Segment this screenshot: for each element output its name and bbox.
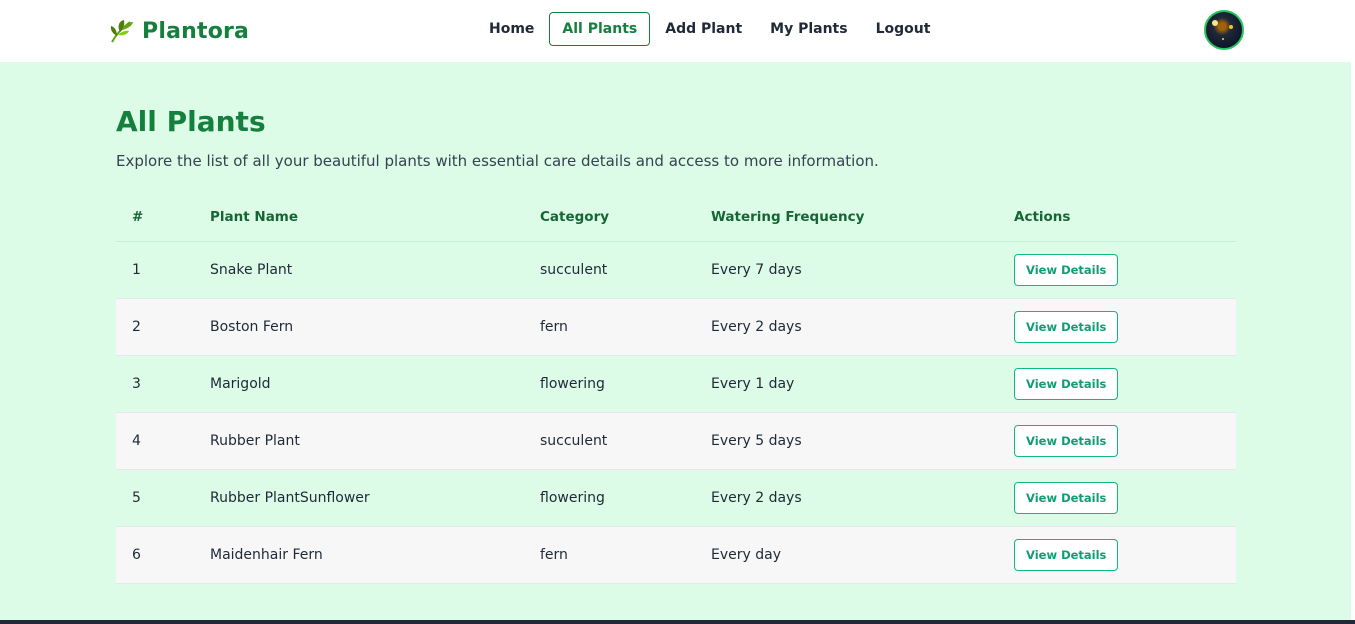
table-row: 2 Boston Fern fern Every 2 days View Det… (116, 298, 1236, 356)
leaf-icon (110, 20, 133, 43)
cell-category: succulent (524, 412, 695, 470)
nav-add-plant[interactable]: Add Plant (652, 12, 755, 46)
cell-plant-name: Marigold (194, 355, 524, 413)
cell-category: succulent (524, 241, 695, 299)
nav-my-plants[interactable]: My Plants (757, 12, 860, 46)
cell-watering: Every 2 days (695, 469, 998, 527)
window-edge (1351, 0, 1355, 620)
cell-actions: View Details (998, 298, 1236, 356)
view-details-button[interactable]: View Details (1014, 538, 1119, 571)
header-actions: Actions (998, 194, 1236, 242)
cell-plant-name: Maidenhair Fern (194, 526, 524, 584)
page-header: All Plants Explore the list of all your … (116, 104, 1236, 171)
cell-plant-name: Rubber PlantSunflower (194, 469, 524, 527)
cell-watering: Every 1 day (695, 355, 998, 413)
navbar: Plantora Home All Plants Add Plant My Pl… (0, 0, 1351, 62)
user-avatar[interactable] (1204, 10, 1244, 50)
cell-watering: Every 7 days (695, 241, 998, 299)
page-title: All Plants (116, 105, 266, 138)
nav-logout[interactable]: Logout (863, 12, 944, 46)
view-details-button[interactable]: View Details (1014, 253, 1119, 286)
cell-number: 4 (116, 412, 194, 470)
cell-plant-name: Rubber Plant (194, 412, 524, 470)
nav-home[interactable]: Home (476, 12, 547, 46)
table-row: 6 Maidenhair Fern fern Every day View De… (116, 526, 1236, 584)
view-details-button[interactable]: View Details (1014, 310, 1119, 343)
cell-actions: View Details (998, 469, 1236, 527)
cell-plant-name: Snake Plant (194, 241, 524, 299)
cell-plant-name: Boston Fern (194, 298, 524, 356)
cell-number: 6 (116, 526, 194, 584)
view-details-button[interactable]: View Details (1014, 367, 1119, 400)
view-details-button[interactable]: View Details (1014, 481, 1119, 514)
table-header-row: # Plant Name Category Watering Frequency… (116, 194, 1236, 242)
table-row: 5 Rubber PlantSunflower flowering Every … (116, 469, 1236, 527)
brand-name: Plantora (142, 18, 250, 44)
view-details-button[interactable]: View Details (1014, 424, 1119, 457)
page-subtitle: Explore the list of all your beautiful p… (116, 152, 879, 170)
cell-watering: Every 5 days (695, 412, 998, 470)
table-row: 4 Rubber Plant succulent Every 5 days Vi… (116, 412, 1236, 470)
nav-all-plants[interactable]: All Plants (549, 12, 651, 46)
cell-category: fern (524, 526, 695, 584)
header-number: # (116, 194, 194, 242)
header-category: Category (524, 194, 695, 242)
nav-links: Home All Plants Add Plant My Plants Logo… (476, 12, 945, 46)
cell-actions: View Details (998, 355, 1236, 413)
table-row: 3 Marigold flowering Every 1 day View De… (116, 355, 1236, 413)
cell-actions: View Details (998, 241, 1236, 299)
cell-category: fern (524, 298, 695, 356)
bottom-divider (0, 620, 1355, 624)
table-row: 1 Snake Plant succulent Every 7 days Vie… (116, 241, 1236, 299)
brand-logo[interactable]: Plantora (108, 15, 249, 47)
header-watering-frequency: Watering Frequency (695, 194, 998, 242)
cell-watering: Every 2 days (695, 298, 998, 356)
cell-category: flowering (524, 355, 695, 413)
plants-table: # Plant Name Category Watering Frequency… (116, 194, 1236, 584)
cell-actions: View Details (998, 412, 1236, 470)
cell-actions: View Details (998, 526, 1236, 584)
cell-category: flowering (524, 469, 695, 527)
header-plant-name: Plant Name (194, 194, 524, 242)
cell-number: 1 (116, 241, 194, 299)
cell-number: 2 (116, 298, 194, 356)
cell-number: 3 (116, 355, 194, 413)
cell-watering: Every day (695, 526, 998, 584)
cell-number: 5 (116, 469, 194, 527)
